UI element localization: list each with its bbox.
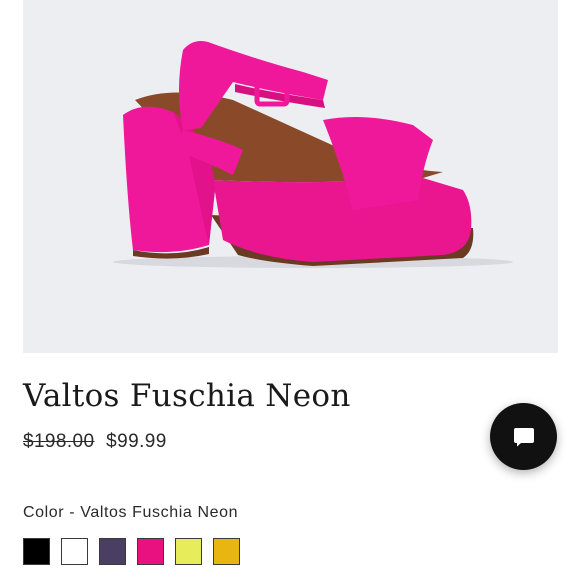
swatch-white[interactable] bbox=[61, 538, 88, 565]
chat-button[interactable] bbox=[490, 403, 557, 470]
color-label: Color - Valtos Fuschia Neon bbox=[23, 504, 239, 521]
product-title: Valtos Fuschia Neon bbox=[23, 378, 351, 414]
sandal-illustration bbox=[113, 41, 513, 268]
price-row: $198.00 $99.99 bbox=[23, 431, 167, 453]
product-image[interactable] bbox=[23, 0, 558, 353]
color-swatches bbox=[23, 538, 240, 565]
chat-bubble-icon bbox=[513, 427, 534, 446]
sale-price: $99.99 bbox=[106, 431, 167, 452]
original-price: $198.00 bbox=[23, 431, 95, 452]
swatch-fuschia[interactable] bbox=[137, 538, 164, 565]
swatch-purple[interactable] bbox=[99, 538, 126, 565]
swatch-gold[interactable] bbox=[213, 538, 240, 565]
swatch-black[interactable] bbox=[23, 538, 50, 565]
swatch-yellow[interactable] bbox=[175, 538, 202, 565]
